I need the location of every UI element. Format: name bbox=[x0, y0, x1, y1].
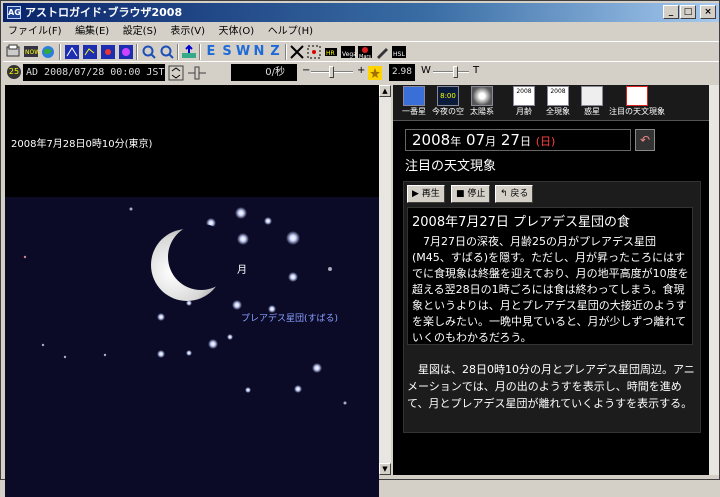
vega-icon[interactable]: Vega bbox=[340, 44, 357, 60]
event-body: 7月27日の深夜、月齢25の月がプレアデス星団(M45、すばる)を隠す。ただし、… bbox=[412, 235, 689, 344]
app-icon: AG bbox=[7, 6, 21, 19]
star-magnitude-icon[interactable] bbox=[367, 65, 383, 81]
nav-all-events[interactable]: 2008 全現象 bbox=[541, 86, 575, 120]
guide-panel: 一番星 8:00 今夜の空 太陽系 2008 月齢 2008 全現象 惑星 注目の天文… bbox=[393, 85, 719, 475]
horizon-icon[interactable] bbox=[181, 44, 197, 60]
chart-note: 星図は、28日0時10分の月とプレアデス星団周辺。アニメーションでは、月の出のよ… bbox=[407, 363, 695, 410]
first-star-icon bbox=[403, 86, 425, 106]
all-events-calendar-icon: 2008 bbox=[547, 86, 569, 106]
solar-system-icon bbox=[471, 86, 493, 106]
time-toolbar: 25 AD 2008/07/28 00:00 JST 0/秒 − + 2.98 … bbox=[3, 61, 719, 83]
star-field[interactable]: 月 プレアデス星団(すばる) bbox=[5, 197, 379, 497]
zoom-in-icon[interactable] bbox=[141, 44, 157, 60]
time-slider-icon[interactable] bbox=[187, 65, 206, 81]
menu-view[interactable]: 表示(V) bbox=[165, 23, 210, 41]
now-icon[interactable]: NOW bbox=[23, 44, 40, 60]
event-title: 2008年7月27日 プレアデス星団の食 bbox=[412, 215, 631, 230]
nav-moon-age[interactable]: 2008 月齢 bbox=[507, 86, 541, 120]
toolbar-separator bbox=[136, 44, 138, 60]
direction-south-button[interactable]: S bbox=[219, 44, 235, 60]
nav-planets[interactable]: 惑星 bbox=[575, 86, 609, 120]
moon-age-icon: 25 bbox=[7, 65, 21, 79]
svg-text:HSL: HSL bbox=[393, 51, 405, 58]
svg-text:Vega: Vega bbox=[342, 51, 356, 58]
rate-slider-thumb[interactable] bbox=[329, 66, 334, 78]
scroll-down-button[interactable]: ▼ bbox=[379, 463, 391, 475]
svg-text:Mars: Mars bbox=[359, 54, 371, 60]
direction-west-button[interactable]: W bbox=[235, 44, 251, 60]
print-icon[interactable] bbox=[5, 44, 21, 60]
direction-zenith-button[interactable]: Z bbox=[267, 44, 283, 60]
rate-plus-button[interactable]: + bbox=[357, 65, 365, 76]
maximize-button[interactable]: □ bbox=[680, 5, 696, 19]
zoom-slider-thumb[interactable] bbox=[453, 66, 458, 78]
planets-book-icon bbox=[581, 86, 603, 106]
lock-target-icon[interactable] bbox=[306, 44, 322, 60]
time-spin-icon[interactable] bbox=[168, 65, 184, 81]
direction-east-button[interactable]: E bbox=[203, 44, 219, 60]
featured-events-icon bbox=[626, 86, 648, 106]
nav-solar-system[interactable]: 太陽系 bbox=[465, 86, 499, 120]
section-title: 注目の天文現象 bbox=[405, 159, 497, 174]
play-button[interactable]: ▶ 再生 bbox=[407, 185, 445, 203]
planet-icon[interactable] bbox=[118, 44, 134, 60]
menu-file[interactable]: ファイル(F) bbox=[3, 23, 67, 41]
guide-nav-bar: 一番星 8:00 今夜の空 太陽系 2008 月齢 2008 全現象 惑星 注目の天文… bbox=[393, 85, 719, 121]
main-toolbar: NOW E S W N Z HR Vega Mars HSL bbox=[3, 41, 719, 61]
pleiades-label: プレアデス星団(すばる) bbox=[241, 312, 338, 324]
crosshair-icon[interactable] bbox=[289, 44, 305, 60]
sky-scrollbar[interactable]: ▲ ▼ bbox=[379, 85, 391, 475]
event-description-box: 2008年7月27日 プレアデス星団の食 7月27日の深夜、月齢25の月がプレア… bbox=[407, 207, 693, 345]
globe-icon[interactable] bbox=[40, 44, 56, 60]
toolbar-separator bbox=[199, 44, 201, 60]
return-icon[interactable]: ↶ bbox=[635, 129, 655, 151]
app-window: AG アストロガイド･ブラウザ2008 _ □ × ファイル(F) 編集(E) … bbox=[0, 0, 720, 497]
toolbar-separator bbox=[59, 44, 61, 60]
menu-help[interactable]: ヘルプ(H) bbox=[263, 23, 318, 41]
close-button[interactable]: × bbox=[700, 5, 716, 19]
rate-minus-button[interactable]: − bbox=[302, 65, 310, 76]
tele-label: T bbox=[473, 65, 480, 76]
zoom-out-icon[interactable] bbox=[159, 44, 175, 60]
menu-bar: ファイル(F) 編集(E) 設定(S) 表示(V) 天体(O) ヘルプ(H) bbox=[3, 23, 719, 41]
direction-north-button[interactable]: N bbox=[251, 44, 267, 60]
hsl-icon[interactable]: HSL bbox=[391, 44, 407, 60]
panel-scrollbar[interactable] bbox=[709, 85, 719, 475]
track-icon[interactable]: HR bbox=[323, 44, 339, 60]
back-button[interactable]: ↰ 戻る bbox=[495, 185, 534, 203]
title-bar[interactable]: AG アストロガイド･ブラウザ2008 _ □ × bbox=[3, 3, 719, 22]
nav-featured-events[interactable]: 注目の天文現象 bbox=[609, 86, 665, 120]
stop-button[interactable]: ■ 停止 bbox=[451, 185, 491, 203]
weekday-label: (日) bbox=[535, 135, 556, 148]
menu-settings[interactable]: 設定(S) bbox=[118, 23, 162, 41]
sky-date-caption: 2008年7月28日0時10分(東京) bbox=[11, 139, 153, 150]
constellation-icon[interactable] bbox=[82, 44, 98, 60]
mars-icon[interactable]: Mars bbox=[357, 44, 373, 60]
toolbar-separator bbox=[285, 44, 287, 60]
svg-text:NOW: NOW bbox=[25, 49, 39, 56]
pen-icon[interactable] bbox=[374, 44, 390, 60]
zoom-slider[interactable] bbox=[433, 71, 469, 73]
moon-age-calendar-icon: 2008 bbox=[513, 86, 535, 106]
deep-sky-icon[interactable] bbox=[100, 44, 116, 60]
menu-edit[interactable]: 編集(E) bbox=[70, 23, 114, 41]
nav-tonight-sky[interactable]: 8:00 今夜の空 bbox=[431, 86, 465, 120]
minimize-button[interactable]: _ bbox=[663, 5, 679, 19]
chart-view-icon[interactable] bbox=[64, 44, 80, 60]
menu-objects[interactable]: 天体(O) bbox=[214, 23, 260, 41]
scroll-up-button[interactable]: ▲ bbox=[379, 85, 391, 97]
wide-label: W bbox=[421, 65, 431, 76]
datetime-field[interactable]: AD 2008/07/28 00:00 JST bbox=[23, 64, 165, 81]
tonight-sky-icon: 8:00 bbox=[437, 86, 459, 106]
sky-chart[interactable]: 2008年7月28日0時10分(東京) 月 プレアデス星団(すばる) bbox=[5, 85, 379, 497]
window-title: アストロガイド･ブラウザ2008 bbox=[25, 6, 183, 19]
toolbar-separator bbox=[177, 44, 179, 60]
nav-first-star[interactable]: 一番星 bbox=[397, 86, 431, 120]
magnitude-field[interactable]: 2.98 bbox=[389, 64, 415, 81]
svg-text:HR: HR bbox=[326, 50, 335, 57]
time-rate-field[interactable]: 0/秒 bbox=[231, 64, 297, 81]
moon-label: 月 bbox=[237, 264, 247, 276]
event-date-field: 2008年 07月 27日 (日) bbox=[405, 129, 631, 151]
